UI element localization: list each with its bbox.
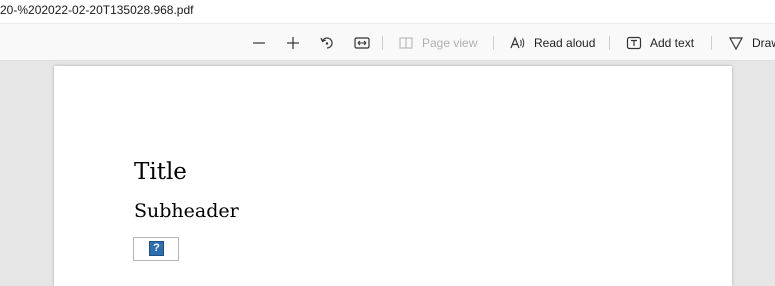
fit-width-button[interactable] — [353, 24, 371, 62]
rotate-icon — [319, 35, 335, 51]
page-view-icon — [398, 35, 414, 51]
draw-label: Draw — [752, 36, 775, 50]
toolbar: Page view Read aloud Add text Draw — [0, 23, 775, 61]
page-view-button[interactable]: Page view — [398, 24, 477, 62]
plus-icon — [285, 35, 301, 51]
toolbar-separator — [609, 36, 610, 50]
read-aloud-button[interactable]: Read aloud — [509, 24, 595, 62]
add-text-button[interactable]: Add text — [626, 24, 694, 62]
document-title: Title — [134, 159, 187, 185]
draw-icon — [728, 35, 744, 51]
missing-image-icon: ? — [149, 241, 164, 256]
toolbar-separator — [711, 36, 712, 50]
add-text-icon — [626, 35, 642, 51]
add-text-label: Add text — [650, 36, 695, 50]
read-aloud-label: Read aloud — [534, 36, 596, 50]
document-subheader: Subheader — [134, 200, 239, 222]
page-view-label: Page view — [422, 36, 478, 50]
title-bar: 20-%202022-02-20T135028.968.pdf — [0, 0, 775, 23]
fit-width-icon — [353, 35, 371, 51]
pdf-page: Title Subheader ? — [54, 66, 732, 286]
zoom-out-button[interactable] — [251, 24, 267, 62]
toolbar-separator — [493, 36, 494, 50]
broken-image-placeholder: ? — [133, 237, 179, 261]
zoom-in-button[interactable] — [285, 24, 301, 62]
read-aloud-icon — [509, 35, 526, 51]
window-title: 20-%202022-02-20T135028.968.pdf — [0, 3, 194, 17]
toolbar-separator — [382, 36, 383, 50]
draw-button[interactable]: Draw — [728, 24, 775, 62]
minus-icon — [251, 35, 267, 51]
rotate-button[interactable] — [319, 24, 335, 62]
